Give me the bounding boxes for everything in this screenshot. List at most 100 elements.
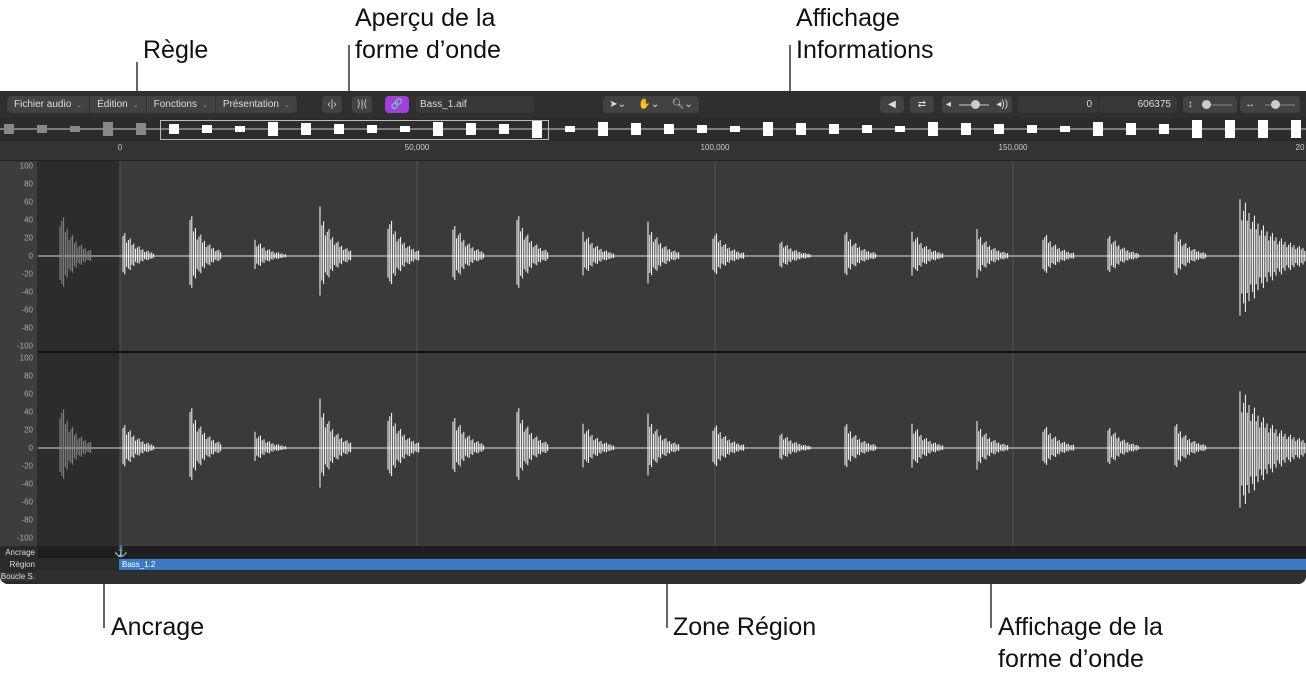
overview-burst: [1093, 122, 1103, 136]
chevron-down-icon: ⌄: [201, 101, 208, 109]
end-value-field[interactable]: 606375: [1099, 96, 1177, 113]
amplitude-label: 0: [28, 443, 33, 453]
audio-file-editor: Fichier audio ⌄ Édition ⌄ Fonctions ⌄ Prése…: [0, 91, 1306, 584]
menu-label: Édition: [97, 99, 128, 110]
callout-affichage-info: Affichage Informations: [796, 4, 934, 64]
menu-fichier-audio[interactable]: Fichier audio ⌄: [7, 96, 91, 113]
menu-fonctions[interactable]: Fonctions ⌄: [147, 96, 216, 113]
amplitude-label: -40: [21, 287, 33, 297]
tool-group: ➤⌄ ✋⌄ 🔍︎⌄: [603, 96, 699, 113]
waveform-overview[interactable]: [0, 118, 1306, 141]
menu-group: Fichier audio ⌄ Édition ⌄ Fonctions ⌄ Prése…: [7, 96, 297, 113]
menu-label: Fonctions: [153, 99, 197, 110]
overview-burst: [1192, 120, 1202, 138]
amplitude-label: 0: [28, 251, 33, 261]
amplitude-label: 80: [24, 371, 33, 381]
toolbar: Fichier audio ⌄ Édition ⌄ Fonctions ⌄ Prése…: [0, 91, 1306, 118]
amplitude-scale: 100 80 60 40 20 0 -20 -40 -60 -80 -100 100 80 60 40 20 0…: [0, 161, 38, 546]
ruler-label: 100,000: [700, 143, 730, 152]
amplitude-label: -20: [21, 461, 33, 471]
amplitude-label: -60: [21, 497, 33, 507]
vertical-zoom-slider[interactable]: ↕: [1183, 96, 1237, 113]
anchor-icon[interactable]: ⚓: [114, 545, 128, 558]
horizontal-zoom-slider[interactable]: ↔: [1240, 96, 1300, 113]
ruler-label: 0: [117, 143, 123, 152]
lanes: Ancrage Région Boucle S. ⚓ Bass_1.2: [0, 546, 1306, 584]
lane-label-boucle: Boucle S.: [0, 572, 37, 581]
callout-regle: Règle: [143, 36, 209, 64]
volume-slider[interactable]: ◂ ◂)): [942, 96, 1012, 113]
file-name-field[interactable]: Bass_1.aif: [416, 96, 534, 113]
zoom-tool-icon[interactable]: 🔍︎⌄: [672, 99, 693, 110]
overview-burst: [763, 122, 773, 136]
overview-burst: [697, 125, 707, 133]
menu-edition[interactable]: Édition ⌄: [90, 96, 147, 113]
overview-burst: [1060, 126, 1070, 132]
amplitude-label: -80: [21, 515, 33, 525]
amplitude-label: 40: [24, 407, 33, 417]
callout-zone-region: Zone Région: [673, 613, 817, 641]
pointer-tool-icon[interactable]: ➤⌄: [609, 99, 626, 110]
overview-burst: [37, 125, 47, 133]
overview-burst: [136, 123, 146, 135]
overview-burst: [103, 122, 113, 136]
overview-burst: [994, 124, 1004, 134]
trim-icon[interactable]: ‹|›: [322, 96, 342, 113]
overview-burst: [631, 123, 641, 135]
overview-burst: [4, 124, 14, 134]
overview-burst: [70, 126, 80, 132]
volume-icon: ◂: [945, 99, 951, 110]
callout-apercu: Aperçu de la forme d’onde: [355, 4, 501, 64]
overview-burst: [1291, 120, 1301, 138]
chevron-down-icon: ⌄: [283, 101, 290, 109]
overview-burst: [1258, 120, 1268, 138]
horizontal-zoom-icon: ↔: [1245, 99, 1255, 110]
speaker-icon[interactable]: ◀: [880, 96, 904, 113]
hand-tool-icon[interactable]: ✋⌄: [638, 99, 659, 110]
amplitude-label: 60: [24, 389, 33, 399]
waveform-display[interactable]: [38, 161, 1306, 546]
overview-burst: [1159, 124, 1169, 134]
start-value-field[interactable]: 0: [1018, 96, 1098, 113]
lane-label-region: Région: [9, 560, 35, 569]
chevron-down-icon: ⌄: [76, 101, 83, 109]
menu-label: Présentation: [222, 99, 279, 110]
amplitude-label: 20: [24, 425, 33, 435]
amplitude-label: -80: [21, 323, 33, 333]
callout-ancrage: Ancrage: [111, 613, 205, 641]
overview-burst: [829, 124, 839, 134]
ruler[interactable]: 0 50,000 100,000 150,000 20: [0, 141, 1306, 161]
amplitude-label: 40: [24, 215, 33, 225]
overview-visible-range[interactable]: [160, 120, 549, 140]
overview-burst: [565, 126, 575, 132]
amplitude-label: 20: [24, 233, 33, 243]
overview-burst: [730, 126, 740, 132]
amplitude-label: -60: [21, 305, 33, 315]
snap-icon[interactable]: ⟩|⟨: [352, 96, 372, 113]
link-icon[interactable]: 🔗: [385, 96, 409, 113]
menu-label: Fichier audio: [14, 99, 72, 110]
ruler-label: 20: [1295, 143, 1305, 152]
ruler-label: 150,000: [998, 143, 1028, 152]
overview-burst: [862, 125, 872, 133]
region-bar[interactable]: Bass_1.2: [119, 559, 1306, 570]
menu-presentation[interactable]: Présentation ⌄: [216, 96, 297, 113]
overview-burst: [796, 123, 806, 135]
chevron-down-icon: ⌄: [132, 101, 139, 109]
vertical-zoom-icon: ↕: [1187, 99, 1193, 110]
overview-burst: [961, 123, 971, 135]
amplitude-label: -40: [21, 479, 33, 489]
amplitude-label: 100: [19, 353, 33, 363]
overview-burst: [1027, 125, 1037, 133]
loop-icon[interactable]: ⇄: [910, 96, 934, 113]
overview-burst: [895, 126, 905, 132]
amplitude-label: 80: [24, 179, 33, 189]
overview-burst: [664, 124, 674, 134]
ruler-label: 50,000: [404, 143, 430, 152]
overview-burst: [928, 122, 938, 136]
callout-affichage-forme: Affichage de la forme d’onde: [998, 613, 1163, 673]
amplitude-label: 60: [24, 197, 33, 207]
amplitude-label: -20: [21, 269, 33, 279]
overview-burst: [1225, 120, 1235, 138]
overview-burst: [598, 122, 608, 136]
